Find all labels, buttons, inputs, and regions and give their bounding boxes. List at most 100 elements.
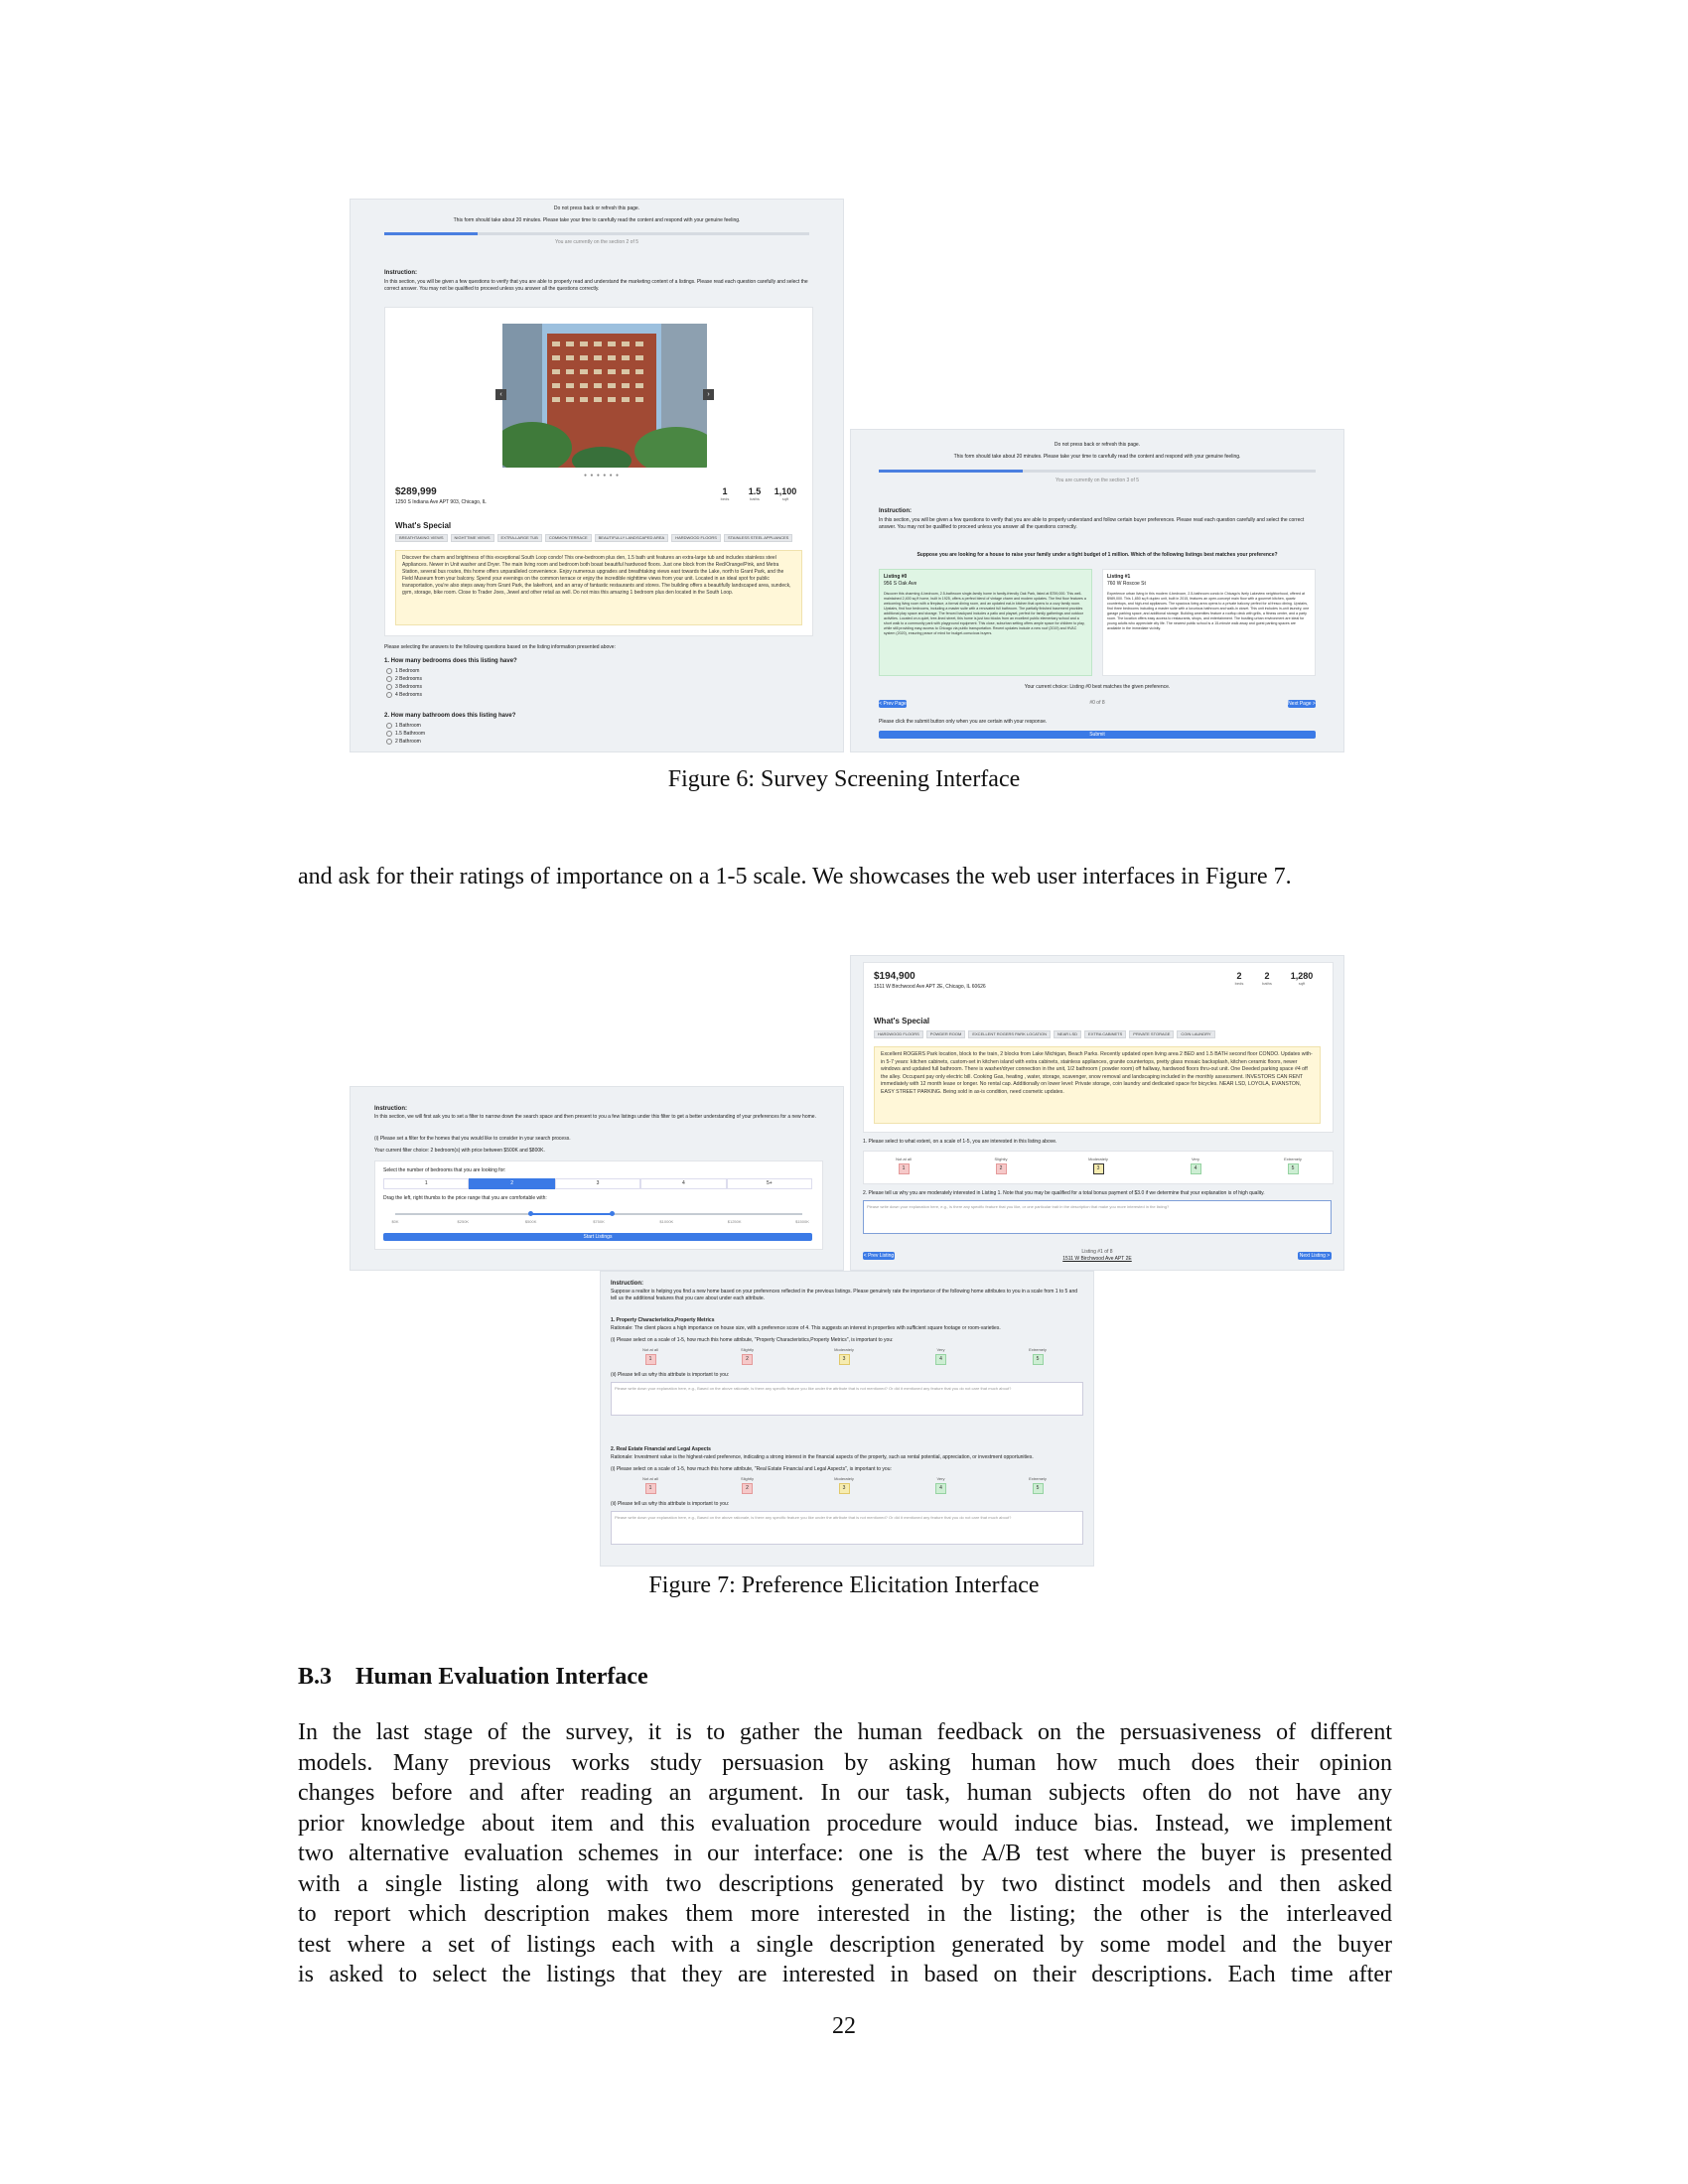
rating-value[interactable]: 2 (742, 1483, 753, 1494)
bedroom-option[interactable]: 4 (640, 1178, 727, 1189)
rating-option[interactable]: Extremely 5 (1263, 1157, 1323, 1174)
bedroom-option[interactable]: 2 (469, 1178, 555, 1189)
rating-value[interactable]: 1 (644, 1354, 656, 1365)
page-indicator: #0 of 8 (1089, 700, 1105, 706)
attribute-2-rating-scale[interactable]: Not at all 1 Slightly 2 Moderately 3 Very 4 Extr… (621, 1476, 1067, 1494)
question-intro: Please selecting the answers to the foll… (384, 644, 616, 650)
price: $289,999 (395, 486, 437, 497)
rating-option[interactable]: Very 4 (1166, 1157, 1225, 1174)
attribute-1-textarea[interactable]: Please write down your explanation here,… (611, 1382, 1083, 1416)
radio-circle-icon (386, 731, 392, 737)
bedroom-selector[interactable]: 1 2 3 4 5+ (383, 1178, 813, 1189)
listing-address-link[interactable]: 1511 W Birchwood Ave APT 2E (1030, 1256, 1165, 1263)
rating-label: Slightly (741, 1347, 754, 1352)
rating-option[interactable]: Slightly 2 (718, 1347, 777, 1365)
bedroom-option[interactable]: 3 (554, 1178, 641, 1189)
rating-value[interactable]: 4 (935, 1354, 946, 1365)
paragraph-line: two alternative evaluation schemes in ou… (298, 1841, 1392, 1866)
prev-photo-button[interactable]: ‹ (495, 389, 506, 400)
price: $194,900 (874, 971, 915, 982)
baths-stat: 1.5 baths (748, 486, 762, 501)
next-page-button[interactable]: Next Page > (1288, 700, 1316, 708)
listing-1-text: Experience urban living in this modern 4… (1107, 592, 1310, 630)
listing-0-text: Discover this charming 4-bedroom, 2.5-ba… (884, 592, 1086, 635)
bedroom-option[interactable]: 5+ (726, 1178, 813, 1189)
next-photo-button[interactable]: › (703, 389, 714, 400)
submit-button[interactable]: Submit (879, 731, 1316, 739)
radio-option[interactable]: 4 Bedrooms (386, 691, 422, 699)
next-listing-button[interactable]: Next Listing > (1298, 1252, 1332, 1260)
price-tick-label: $1500K (795, 1219, 809, 1224)
filter-card: Select the number of bedrooms that you a… (374, 1160, 823, 1250)
filter-question: (i) Please set a filter for the homes th… (374, 1136, 571, 1142)
rating-option[interactable]: Not at all 1 (621, 1347, 680, 1365)
price-tick-label: $1000K (659, 1219, 674, 1224)
feature-tag: COIN LAUNDRY (1177, 1030, 1215, 1038)
rating-option[interactable]: Not at all 1 (874, 1157, 933, 1174)
radio-option[interactable]: 2 Bedrooms (386, 675, 422, 683)
rating-value[interactable]: 5 (1032, 1483, 1044, 1494)
prev-page-button[interactable]: < Prev Page (879, 700, 907, 708)
price-slider-max-thumb[interactable] (610, 1211, 616, 1216)
prev-listing-button[interactable]: < Prev Listing (863, 1252, 895, 1260)
radio-label: 2 Bedrooms (395, 676, 422, 682)
rating-value[interactable]: 5 (1032, 1354, 1044, 1365)
feature-tag: HARDWOOD FLOORS (671, 534, 721, 542)
radio-option[interactable]: 1 Bathroom (386, 722, 425, 730)
section-heading: B.3 Human Evaluation Interface (298, 1664, 648, 1690)
radio-label: 1.5 Bathroom (395, 731, 426, 737)
radio-label: 2 Bathroom (395, 739, 421, 745)
rating-value[interactable]: 2 (742, 1354, 753, 1365)
radio-option[interactable]: 2 Bathroom (386, 738, 425, 746)
attribute-2-textarea[interactable]: Please write down your explanation here,… (611, 1511, 1083, 1545)
question-1: 1. How many bedrooms does this listing h… (384, 658, 517, 664)
feature-tag: COMMON TERRACE (544, 534, 592, 542)
rating-value[interactable]: 3 (838, 1354, 850, 1365)
rating-option[interactable]: Extremely 5 (1008, 1476, 1067, 1494)
bedroom-option[interactable]: 1 (383, 1178, 470, 1189)
feature-tag: PRIVATE STORAGE (1129, 1030, 1175, 1038)
attribute-1-rating-scale[interactable]: Not at all 1 Slightly 2 Moderately 3 Very 4 Extr… (621, 1347, 1067, 1365)
radio-option[interactable]: 1 Bedroom (386, 667, 422, 675)
rating-option[interactable]: Very 4 (912, 1476, 971, 1494)
rating-value[interactable]: 1 (898, 1163, 910, 1174)
instruction-heading: Instruction: (879, 508, 912, 514)
sqft-stat: 1,280 sqft (1290, 971, 1314, 986)
feature-tag: NIGHTTIME VIEWS (450, 534, 494, 542)
rating-value[interactable]: 4 (1190, 1163, 1201, 1174)
rating-option[interactable]: Very 4 (912, 1347, 971, 1365)
rating-label: Moderately (834, 1347, 854, 1352)
interest-rating-scale[interactable]: Not at all 1 Slightly 2 Moderately 3 Very 4 Extr… (874, 1157, 1323, 1174)
radio-option[interactable]: 3 Bedrooms (386, 683, 422, 691)
rating-value[interactable]: 4 (935, 1483, 946, 1494)
rating-option[interactable]: Moderately 3 (814, 1476, 874, 1494)
listing-option-0[interactable]: Listing #0 956 S Oak Ave Discover this c… (879, 569, 1092, 676)
rating-option[interactable]: Extremely 5 (1008, 1347, 1067, 1365)
rating-option[interactable]: Not at all 1 (621, 1476, 680, 1494)
radio-option[interactable]: 1.5 Bathroom (386, 730, 425, 738)
price-label: Drag the left, right thumbs to the price… (383, 1195, 547, 1201)
rating-label: Extremely (1284, 1157, 1302, 1161)
fig6-right-screenshot: Do not press back or refresh this page. … (850, 429, 1344, 752)
section-note: You are currently on the section 3 of 5 (1055, 478, 1140, 483)
rating-value[interactable]: 3 (1092, 1163, 1104, 1174)
price-slider-min-thumb[interactable] (528, 1211, 534, 1216)
explanation-textarea[interactable]: Please write down your explanation here,… (863, 1200, 1332, 1234)
rating-value[interactable]: 2 (995, 1163, 1007, 1174)
rating-option[interactable]: Moderately 3 (814, 1347, 874, 1365)
submit-note: Please click the submit button only when… (879, 719, 1048, 725)
rating-option[interactable]: Moderately 3 (1068, 1157, 1128, 1174)
attribute-1-question-1: (i) Please select on a scale of 1-5, how… (611, 1337, 894, 1343)
start-listings-button[interactable]: Start Listings (383, 1233, 812, 1241)
listing-option-1[interactable]: Listing #1 760 W Roscoe St Experience ur… (1102, 569, 1316, 676)
radio-circle-icon (386, 684, 392, 690)
page-number: 22 (832, 2013, 856, 2039)
rating-value[interactable]: 3 (838, 1483, 850, 1494)
listing-0-address: 956 S Oak Ave (884, 581, 917, 587)
rating-option[interactable]: Slightly 2 (718, 1476, 777, 1494)
rating-option[interactable]: Slightly 2 (971, 1157, 1031, 1174)
rating-value[interactable]: 5 (1287, 1163, 1299, 1174)
progress-bar (879, 470, 1316, 473)
rating-value[interactable]: 1 (644, 1483, 656, 1494)
listing-0-title: Listing #0 (884, 574, 908, 580)
